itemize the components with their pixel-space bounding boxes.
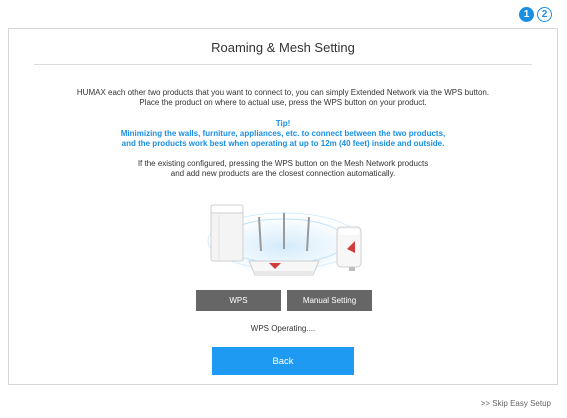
tip-heading: Tip! [275, 119, 291, 128]
page-title: Roaming & Mesh Setting [211, 40, 355, 55]
intro-line-2: Place the product on where to actual use… [139, 98, 427, 107]
tip-line-2: and the products work best when operatin… [121, 139, 445, 148]
mesh-tower-icon [210, 204, 244, 262]
manual-setting-button[interactable]: Manual Setting [287, 290, 372, 311]
tip-line-1: Minimizing the walls, furniture, applian… [120, 129, 446, 138]
skip-easy-setup-link[interactable]: >> Skip Easy Setup [481, 399, 551, 408]
title-divider [34, 64, 532, 65]
wps-button[interactable]: WPS [196, 290, 281, 311]
info-line-1: If the existing configured, pressing the… [137, 159, 429, 168]
step-1: 1 [519, 7, 534, 22]
wps-status-text: WPS Operating.... [250, 324, 316, 333]
info-line-2: and add new products are the closest con… [170, 169, 396, 178]
intro-line-1: HUMAX each other two products that you w… [76, 88, 490, 97]
wall-extender-icon [336, 226, 362, 271]
setup-panel: Roaming & Mesh Setting HUMAX each other … [8, 28, 558, 385]
back-button[interactable]: Back [212, 347, 354, 375]
step-indicator: 1 2 [519, 7, 552, 22]
mesh-devices-illustration [189, 191, 379, 279]
step-2: 2 [537, 7, 552, 22]
